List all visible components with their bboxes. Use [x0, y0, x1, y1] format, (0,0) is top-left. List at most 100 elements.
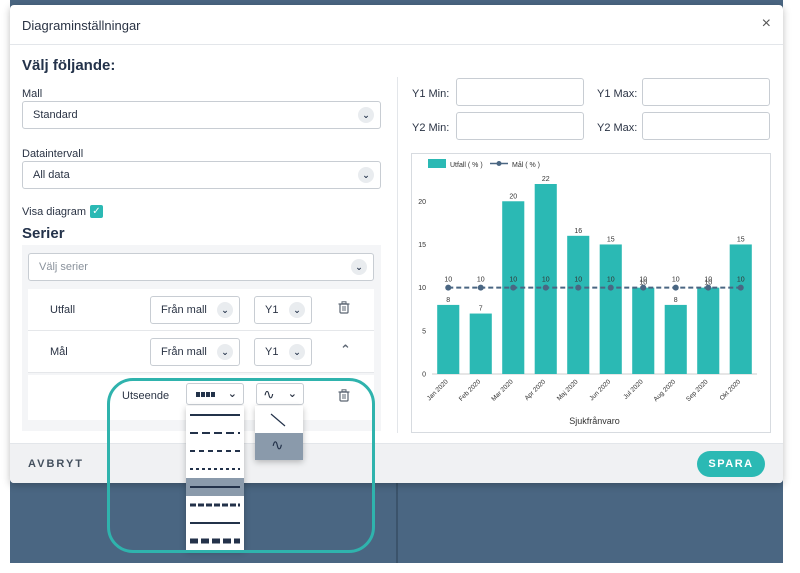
point-data-label: 10 — [444, 277, 452, 284]
bar-data-label: 15 — [737, 236, 745, 243]
y-tick-label: 15 — [418, 242, 426, 249]
chevron-down-icon: ⌄ — [358, 107, 374, 123]
series-name: Mål — [50, 346, 68, 358]
point-data-label: 10 — [509, 277, 517, 284]
y2-max-label: Y2 Max: — [597, 122, 638, 134]
point-data-label: 10 — [672, 277, 680, 284]
series-heading: Serier — [22, 225, 65, 242]
series-axis-select[interactable]: Y1 ⌄ — [254, 338, 312, 366]
section-heading: Välj följande: — [22, 57, 116, 74]
chart-svg: Utfall ( % ) Mål ( % ) 0 5 10 15 20 8 Jan 2020 7 F… — [418, 159, 757, 426]
point-mal — [510, 284, 517, 291]
template-select[interactable]: Standard ⌄ — [22, 101, 381, 129]
series-source-select[interactable]: Från mall ⌄ — [150, 338, 240, 366]
legend-label-mal: Mål ( % ) — [512, 161, 540, 169]
series-axis-value: Y1 — [265, 346, 279, 358]
series-row-utfall: Utfall Från mall ⌄ Y1 ⌄ — [28, 289, 374, 331]
point-data-label: 10 — [574, 277, 582, 284]
point-mal — [445, 284, 452, 291]
show-chart-checkbox[interactable]: ✓ — [90, 205, 103, 218]
dialog-title: Diagraminställningar — [22, 18, 141, 33]
dialog-header: Diagraminställningar × — [10, 5, 783, 45]
x-tick-label: Feb 2020 — [458, 378, 483, 403]
x-tick-label: Jun 2020 — [588, 378, 612, 402]
point-mal — [607, 284, 614, 291]
series-select[interactable]: Välj serier ⌄ — [28, 253, 374, 281]
y1-min-label: Y1 Min: — [412, 88, 450, 100]
bar-data-label: 15 — [607, 236, 615, 243]
y-tick-label: 0 — [422, 372, 426, 379]
chevron-up-icon[interactable]: ⌃ — [340, 342, 351, 358]
trash-icon[interactable] — [338, 301, 350, 317]
x-tick-label: Sep 2020 — [685, 378, 710, 403]
x-tick-label: Aug 2020 — [653, 378, 678, 403]
highlight-annotation — [107, 378, 375, 553]
bar-data-label: 16 — [574, 228, 582, 235]
y-tick-label: 5 — [422, 328, 426, 335]
bar-utfall — [697, 287, 720, 374]
x-tick-label: Okt 2020 — [719, 378, 743, 402]
x-axis-title: Sjukfrånvaro — [569, 416, 620, 426]
y-tick-label: 10 — [418, 285, 426, 292]
bar-utfall — [599, 244, 622, 374]
y1-max-input[interactable] — [642, 78, 770, 106]
series-axis-value: Y1 — [265, 304, 279, 316]
interval-label: Dataintervall — [22, 148, 84, 160]
point-mal — [542, 284, 549, 291]
bar-utfall — [469, 313, 492, 374]
chevron-down-icon: ⌄ — [289, 302, 305, 318]
y2-min-label: Y2 Min: — [412, 122, 450, 134]
bar-data-label: 8 — [674, 297, 678, 304]
bar-utfall — [664, 304, 687, 374]
chart-preview: Utfall ( % ) Mål ( % ) 0 5 10 15 20 8 Jan 2020 7 F… — [411, 153, 771, 433]
bar-utfall — [437, 304, 460, 374]
chevron-down-icon: ⌄ — [289, 344, 305, 360]
x-tick-label: Maj 2020 — [556, 378, 580, 402]
chevron-down-icon: ⌄ — [351, 259, 367, 275]
legend-swatch-utfall — [428, 159, 446, 168]
x-tick-label: Mar 2020 — [490, 378, 515, 403]
series-placeholder: Välj serier — [39, 261, 88, 273]
point-data-label: 10 — [737, 277, 745, 284]
point-mal — [477, 284, 484, 291]
template-value: Standard — [33, 109, 78, 121]
cancel-button[interactable]: AVBRYT — [28, 458, 84, 470]
y-tick-label: 20 — [418, 199, 426, 206]
check-icon: ✓ — [92, 206, 101, 217]
y2-max-input[interactable] — [642, 112, 770, 140]
save-button[interactable]: SPARA — [697, 451, 765, 477]
series-name: Utfall — [50, 304, 76, 316]
series-row-mal: Mål Från mall ⌄ Y1 ⌄ ⌃ — [28, 331, 374, 373]
legend-label-utfall: Utfall ( % ) — [450, 162, 483, 169]
show-chart-label: Visa diagram — [22, 206, 86, 218]
point-data-label: 10 — [639, 277, 647, 284]
bar-data-label: 20 — [509, 193, 517, 200]
backdrop-panel-right — [400, 483, 783, 563]
template-label: Mall — [22, 88, 43, 100]
point-mal — [737, 284, 744, 291]
bar-utfall — [729, 244, 752, 374]
y2-min-input[interactable] — [456, 112, 584, 140]
chevron-down-icon: ⌄ — [217, 302, 233, 318]
point-data-label: 10 — [704, 277, 712, 284]
series-axis-select[interactable]: Y1 ⌄ — [254, 296, 312, 324]
x-tick-label: Jul 2020 — [622, 378, 645, 401]
point-data-label: 10 — [477, 277, 485, 284]
point-mal — [640, 284, 647, 291]
interval-select[interactable]: All data ⌄ — [22, 161, 381, 189]
point-data-label: 10 — [607, 277, 615, 284]
x-tick-label: Jan 2020 — [426, 378, 450, 402]
series-source-value: Från mall — [161, 346, 207, 358]
chevron-down-icon: ⌄ — [358, 167, 374, 183]
bar-data-label: 7 — [479, 306, 483, 313]
chevron-down-icon: ⌄ — [217, 344, 233, 360]
series-source-select[interactable]: Från mall ⌄ — [150, 296, 240, 324]
point-mal — [575, 284, 582, 291]
point-data-label: 10 — [542, 277, 550, 284]
point-mal — [705, 284, 712, 291]
y1-min-input[interactable] — [456, 78, 584, 106]
close-icon[interactable]: × — [762, 15, 771, 33]
series-source-value: Från mall — [161, 304, 207, 316]
legend-marker-mal — [496, 161, 502, 166]
point-mal — [672, 284, 679, 291]
